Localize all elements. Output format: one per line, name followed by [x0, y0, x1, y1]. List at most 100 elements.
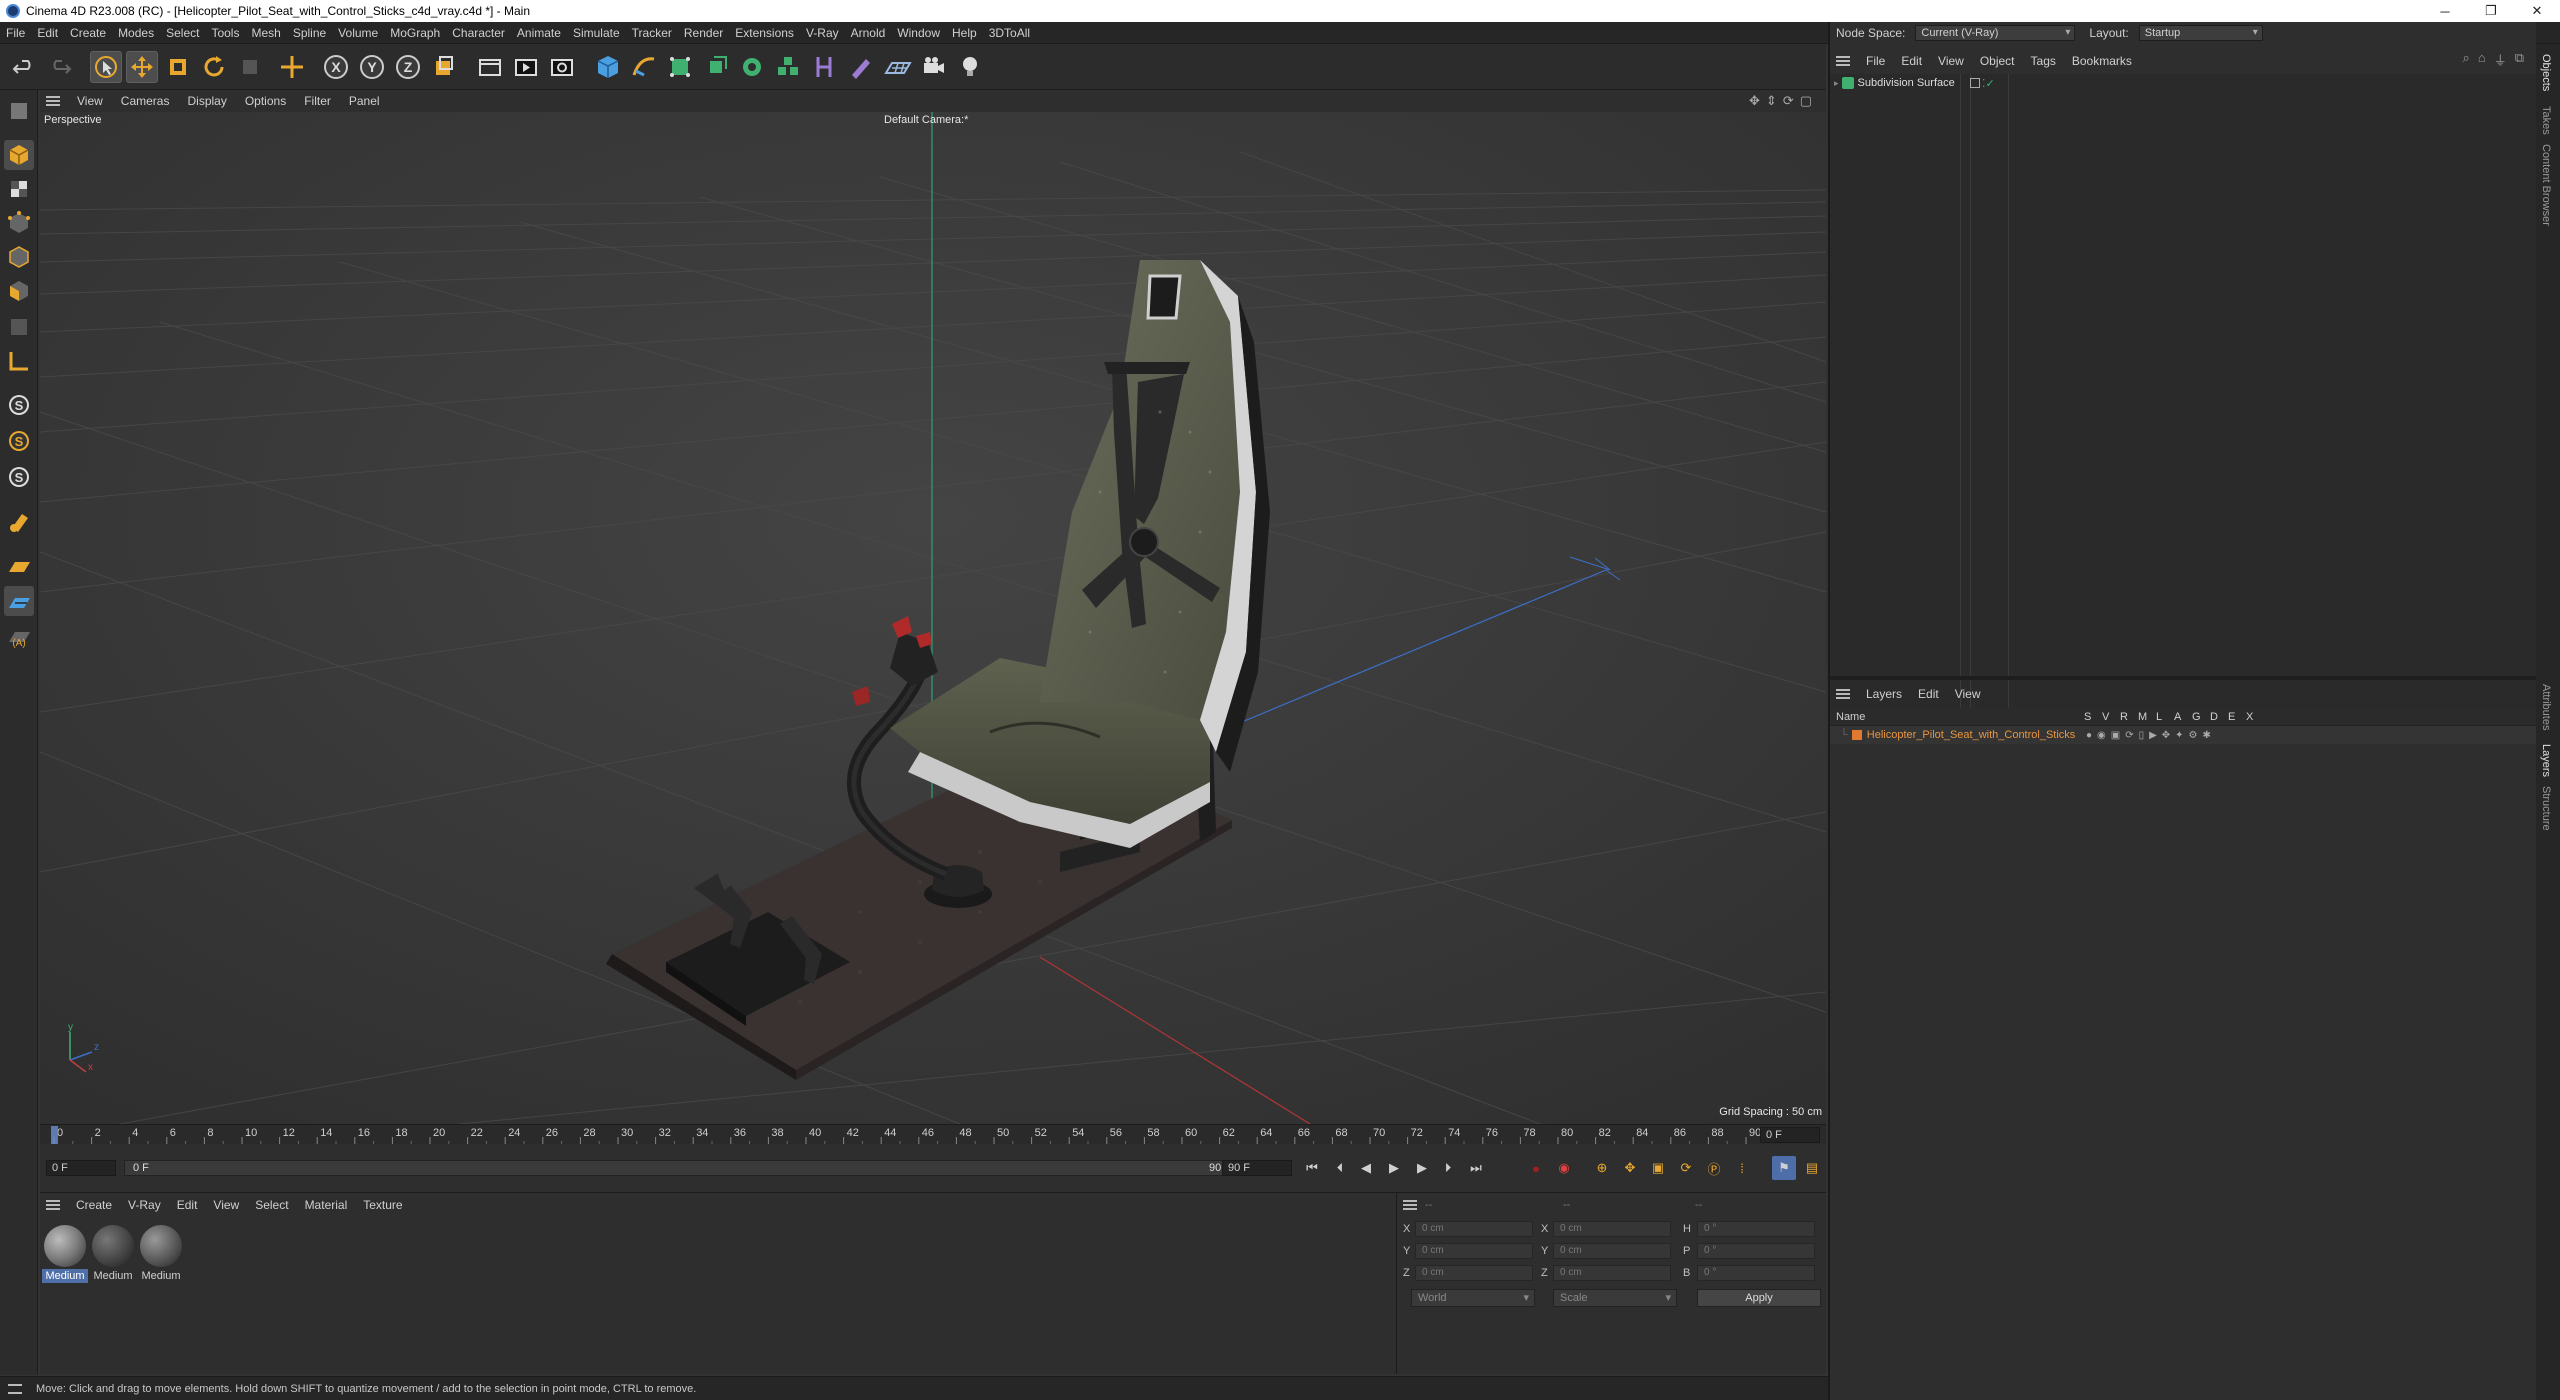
expand-icon[interactable]: ▸ [1834, 78, 1839, 89]
size-y-field[interactable]: 0 cm [1553, 1243, 1671, 1259]
autokey-icon[interactable]: ◉ [1552, 1156, 1576, 1180]
layer-menu-icon[interactable] [1836, 689, 1850, 699]
home-icon[interactable]: ⌂ [2478, 50, 2486, 69]
viewport-menu-display[interactable]: Display [178, 94, 235, 108]
menu-window[interactable]: Window [891, 22, 946, 44]
menu-volume[interactable]: Volume [332, 22, 384, 44]
minimize-button[interactable]: ─ [2422, 0, 2468, 22]
snap-icon[interactable]: S [4, 390, 34, 420]
pos-z-field[interactable]: 0 cm [1415, 1265, 1533, 1281]
field-icon[interactable] [844, 51, 876, 83]
frame-range-slider[interactable]: 0 F 90 F [124, 1160, 1240, 1176]
object-menu-tags[interactable]: Tags [2023, 54, 2064, 68]
object-menu-object[interactable]: Object [1972, 54, 2023, 68]
layer-tag-icon[interactable] [1970, 78, 1980, 88]
object-name[interactable]: Subdivision Surface [1858, 77, 1955, 89]
menu-tracker[interactable]: Tracker [626, 22, 678, 44]
coordinate-system-icon[interactable] [428, 51, 460, 83]
material-menu-material[interactable]: Material [297, 1198, 356, 1212]
tab-content-browser[interactable]: Content Browser [2540, 144, 2552, 226]
layer-menu-layers[interactable]: Layers [1858, 687, 1910, 701]
layer-flag-icons[interactable]: ●◉▣⟳▯▶✥✦⚙✱ [2086, 730, 2216, 741]
scale-track-icon[interactable]: ▣ [1646, 1156, 1670, 1180]
menu-spline[interactable]: Spline [287, 22, 332, 44]
timeline-ruler[interactable]: 0 2 4 6 8 10 12 14 16 18 20 22 24 26 28 30 32 34 36 38 40 42 4… [40, 1124, 1826, 1145]
pos-x-field[interactable]: 0 cm [1415, 1221, 1533, 1237]
layer-menu-edit[interactable]: Edit [1910, 687, 1947, 701]
rotation-track-icon[interactable]: ⟳ [1674, 1156, 1698, 1180]
timeline-layout-icon[interactable]: ▤ [1800, 1156, 1824, 1180]
menu-modes[interactable]: Modes [112, 22, 160, 44]
viewport-menu-panel[interactable]: Panel [340, 94, 389, 108]
end-frame-field[interactable]: 90 F [1222, 1160, 1292, 1176]
object-row[interactable]: ▸ Subdivision Surface ⁚✓ [1830, 74, 2538, 92]
menu-create[interactable]: Create [64, 22, 112, 44]
workplane-icon[interactable] [4, 346, 34, 376]
material-swatch[interactable]: Medium [42, 1223, 88, 1283]
magnet-icon[interactable] [4, 506, 34, 536]
previous-frame-icon[interactable]: ◀ [1354, 1156, 1378, 1180]
record-disabled-icon[interactable]: ● [1524, 1156, 1548, 1180]
tab-attributes[interactable]: Attributes [2540, 684, 2552, 730]
current-frame-field[interactable]: 0 F [1760, 1127, 1820, 1143]
render-settings-icon[interactable] [546, 51, 578, 83]
layout-dropdown[interactable]: Startup [2138, 25, 2263, 41]
rot-b-field[interactable]: 0 ° [1697, 1265, 1815, 1281]
menu-character[interactable]: Character [446, 22, 511, 44]
layer-color-swatch[interactable] [1851, 730, 1862, 740]
size-mode-dropdown[interactable]: Scale [1553, 1289, 1677, 1307]
filter-icon[interactable]: ⏚ [2494, 50, 2507, 69]
render-region-icon[interactable] [474, 51, 506, 83]
tab-takes[interactable]: Takes [2540, 106, 2552, 135]
spline-pen-icon[interactable] [628, 51, 660, 83]
tab-layers[interactable]: Layers [2540, 744, 2552, 777]
object-list[interactable]: ▸ Subdivision Surface ⁚✓ [1830, 74, 2538, 714]
position-track-icon[interactable]: ✥ [1618, 1156, 1642, 1180]
size-z-field[interactable]: 0 cm [1553, 1265, 1671, 1281]
menu-tools[interactable]: Tools [205, 22, 245, 44]
goto-end-icon[interactable]: ⏭ [1464, 1156, 1488, 1180]
search-icon[interactable]: ⌕ [2463, 50, 2470, 69]
rot-p-field[interactable]: 0 ° [1697, 1243, 1815, 1259]
xpresso-icon[interactable]: (A) [4, 620, 34, 650]
menu-vray[interactable]: V-Ray [800, 22, 845, 44]
material-swatch[interactable]: Medium [90, 1223, 136, 1283]
camera-icon[interactable] [918, 51, 950, 83]
material-menu-texture[interactable]: Texture [355, 1198, 410, 1212]
solo-hierarchy-icon[interactable]: S [4, 462, 34, 492]
transform-tool-icon[interactable] [276, 51, 308, 83]
viewport-menu-view[interactable]: View [68, 94, 112, 108]
node-space-dropdown[interactable]: Current (V-Ray) [1915, 25, 2076, 41]
menu-3dtoall[interactable]: 3DToAll [983, 22, 1036, 44]
status-menu-icon[interactable] [8, 1383, 22, 1394]
material-menu-create[interactable]: Create [68, 1198, 120, 1212]
3d-viewport[interactable]: Perspective Default Camera:* Grid Spacin… [40, 112, 1826, 1124]
edges-mode-icon[interactable] [4, 242, 34, 272]
next-key-icon[interactable]: ⏵ [1436, 1156, 1460, 1180]
close-button[interactable]: ✕ [2514, 0, 2560, 22]
pos-y-field[interactable]: 0 cm [1415, 1243, 1533, 1259]
rot-h-field[interactable]: 0 ° [1697, 1221, 1815, 1237]
recent-tool-icon[interactable] [234, 51, 266, 83]
menu-animate[interactable]: Animate [511, 22, 567, 44]
material-swatch[interactable]: Medium [138, 1223, 184, 1283]
previous-key-icon[interactable]: ⏴ [1328, 1156, 1352, 1180]
floor-environment-icon[interactable] [882, 51, 914, 83]
apply-button[interactable]: Apply [1697, 1289, 1821, 1307]
z-axis-icon[interactable]: Z [392, 51, 424, 83]
viewport-menu-cameras[interactable]: Cameras [112, 94, 179, 108]
solo-icon[interactable]: S [4, 426, 34, 456]
parameter-track-icon[interactable]: Ⓟ [1702, 1156, 1726, 1180]
polygons-mode-icon[interactable] [4, 276, 34, 306]
tab-objects[interactable]: Objects [2540, 54, 2552, 91]
object-menu-bookmarks[interactable]: Bookmarks [2064, 54, 2140, 68]
material-menu-edit[interactable]: Edit [169, 1198, 206, 1212]
menu-mesh[interactable]: Mesh [245, 22, 286, 44]
material-menu-view[interactable]: View [205, 1198, 247, 1212]
object-menu-edit[interactable]: Edit [1893, 54, 1930, 68]
material-menu-icon[interactable] [46, 1200, 60, 1210]
viewport-menu-icon[interactable] [46, 96, 60, 106]
object-menu-file[interactable]: File [1858, 54, 1893, 68]
menu-select[interactable]: Select [160, 22, 205, 44]
cloner-icon[interactable] [736, 51, 768, 83]
